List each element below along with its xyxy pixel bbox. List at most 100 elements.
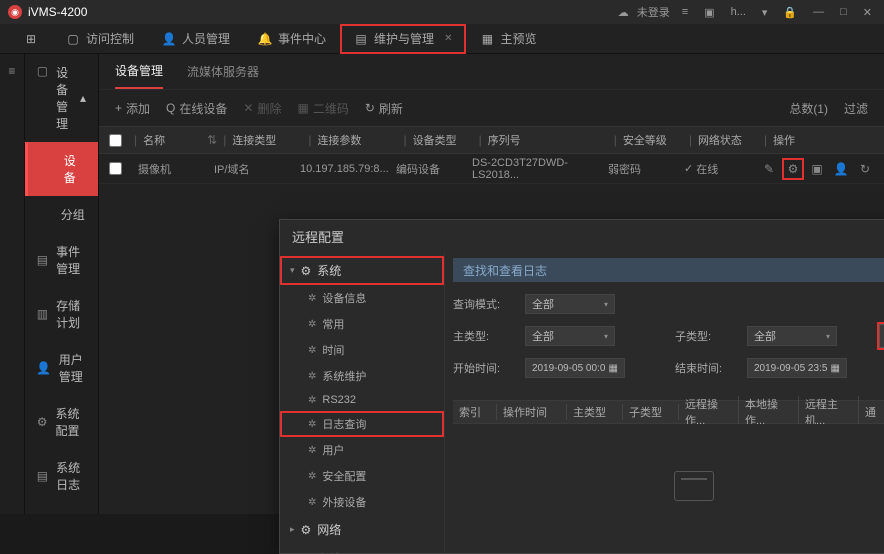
end-time-label: 结束时间: — [675, 360, 731, 376]
login-status[interactable]: 未登录 — [637, 4, 670, 20]
filter-input[interactable]: 过滤 — [844, 100, 868, 117]
search-hint: 查找和查看日志 — [453, 258, 884, 282]
delete-button[interactable]: ✕ 删除 — [243, 100, 281, 117]
tree-network[interactable]: ▸⚙网络 — [280, 515, 444, 544]
main-type-select[interactable]: 全部▾ — [525, 326, 615, 346]
calendar-icon: ▦ — [609, 363, 618, 374]
td-dev-type: 编码设备 — [396, 161, 456, 177]
empty-icon — [674, 471, 714, 501]
tree-rs232[interactable]: ✲RS232 — [280, 389, 444, 411]
th-net-status[interactable]: 网络状态 — [698, 132, 758, 148]
close-icon[interactable]: ✕ — [859, 4, 876, 21]
copy-icon[interactable]: ▣ — [808, 160, 826, 178]
lh-sub[interactable]: 子类型 — [623, 404, 679, 420]
th-serial[interactable]: 序列号 — [488, 132, 608, 148]
chevron-up-icon: ▴ — [80, 91, 86, 105]
subtab-stream-server[interactable]: 流媒体服务器 — [187, 55, 259, 88]
sub-type-label: 子类型: — [675, 328, 731, 344]
calendar-icon: ▦ — [831, 363, 840, 374]
list-icon[interactable]: ≡ — [678, 4, 692, 20]
td-serial: DS-2CD3T27DWD-LS2018... — [472, 157, 592, 181]
tree-security[interactable]: ✲安全配置 — [280, 463, 444, 489]
sidebar-sys-config[interactable]: ⚙系统配置 — [25, 395, 98, 449]
table-header: |名称⇅ |连接类型 |连接参数 |设备类型 |序列号 |安全等级 |网络状态 … — [99, 126, 884, 154]
lh-channel[interactable]: 通 — [859, 404, 884, 420]
dialog-title: 远程配置 ✕ — [280, 220, 884, 252]
sidebar-sys-log[interactable]: ▤系统日志 — [25, 449, 98, 503]
sub-type-select[interactable]: 全部▾ — [747, 326, 837, 346]
tree-system[interactable]: ▾⚙系统 — [280, 256, 444, 285]
toolbar: + 添加 Q 在线设备 ✕ 删除 ▦ 二维码 ↻ 刷新 总数(1) 过滤 — [99, 90, 884, 126]
status-text: h... — [727, 4, 750, 20]
tab-event-center[interactable]: 🔔事件中心 — [244, 24, 340, 54]
subtab-device-mgmt[interactable]: 设备管理 — [115, 54, 163, 89]
refresh-button[interactable]: ↻ 刷新 — [365, 100, 403, 117]
grid-apps-icon[interactable]: ⊞ — [10, 24, 52, 54]
online-button[interactable]: Q 在线设备 — [166, 100, 227, 117]
tab-access-control[interactable]: ▢访问控制 — [52, 24, 148, 54]
tree-external[interactable]: ✲外接设备 — [280, 489, 444, 515]
gear-icon[interactable]: ⚙ — [784, 160, 802, 178]
td-net-status: ✓在线 — [684, 161, 744, 177]
tree-user[interactable]: ✲用户 — [280, 437, 444, 463]
total-count: 总数(1) — [789, 100, 828, 117]
tab-personnel[interactable]: 👤人员管理 — [148, 24, 244, 54]
search-button[interactable]: 搜索 — [879, 324, 884, 348]
tree-common[interactable]: ✲常用 — [280, 311, 444, 337]
tree-storage[interactable]: ▸⚙存储 — [280, 544, 444, 553]
tab-maintenance[interactable]: ▤维护与管理✕ — [340, 24, 466, 54]
sidebar-device-mgmt[interactable]: ▢设备管理▴ — [25, 54, 98, 142]
titlebar: ◉ iVMS-4200 ☁ 未登录 ≡ ▣ h... ▾ 🔒 — □ ✕ — [0, 0, 884, 24]
lh-index[interactable]: 索引 — [453, 404, 497, 420]
maximize-icon[interactable]: □ — [836, 4, 851, 20]
lh-main[interactable]: 主类型 — [567, 404, 623, 420]
sidebar-collapse[interactable]: ≡ — [0, 54, 25, 514]
subtabs: 设备管理 流媒体服务器 — [99, 54, 884, 90]
app-logo: ◉ — [8, 5, 22, 19]
tree-log-query[interactable]: ✲日志查询 — [280, 411, 444, 437]
caret-icon[interactable]: ▾ — [758, 4, 772, 21]
qrcode-button[interactable]: ▦ 二维码 — [297, 100, 348, 117]
start-time-input[interactable]: 2019-09-05 00:0▦ — [525, 358, 625, 378]
th-conn-type[interactable]: 连接类型 — [232, 132, 302, 148]
minimize-icon[interactable]: — — [809, 4, 828, 20]
row-checkbox[interactable] — [109, 162, 122, 175]
start-time-label: 开始时间: — [453, 360, 509, 376]
edit-icon[interactable]: ✎ — [760, 160, 778, 178]
lh-optime[interactable]: 操作时间 — [497, 404, 567, 420]
image-icon[interactable]: ▣ — [700, 4, 718, 21]
sidebar-event-mgmt[interactable]: ▤事件管理 — [25, 233, 98, 287]
th-sec-level[interactable]: 安全等级 — [623, 132, 683, 148]
ok-icon: ✓ — [684, 162, 693, 175]
tree-maintenance[interactable]: ✲系统维护 — [280, 363, 444, 389]
th-name[interactable]: 名称 — [143, 132, 203, 148]
query-mode-label: 查询模式: — [453, 296, 509, 312]
log-query-form: 查询模式: 全部▾ 主类型: 全部▾ 子类型: 全部▾ 搜索 — [453, 282, 884, 400]
tree-device-info[interactable]: ✲设备信息 — [280, 285, 444, 311]
table-row[interactable]: 摄像机 IP/域名 10.197.185.79:8... 编码设备 DS-2CD… — [99, 154, 884, 184]
end-time-input[interactable]: 2019-09-05 23:5▦ — [747, 358, 847, 378]
sidebar: ▢设备管理▴ 设备 分组 ▤事件管理 ▥存储计划 👤用户管理 ⚙系统配置 ▤系统… — [25, 54, 99, 514]
sidebar-device[interactable]: 设备 — [25, 142, 98, 196]
select-all-checkbox[interactable] — [109, 134, 122, 147]
sidebar-storage[interactable]: ▥存储计划 — [25, 287, 98, 341]
cloud-icon[interactable]: ☁ — [618, 6, 629, 19]
sidebar-user-mgmt[interactable]: 👤用户管理 — [25, 341, 98, 395]
th-dev-type[interactable]: 设备类型 — [413, 132, 473, 148]
add-button[interactable]: + 添加 — [115, 100, 150, 117]
user-icon[interactable]: 👤 — [832, 160, 850, 178]
query-mode-select[interactable]: 全部▾ — [525, 294, 615, 314]
remote-config-dialog: 远程配置 ✕ ▾⚙系统 ✲设备信息 ✲常用 ✲时间 ✲系统维护 ✲RS232 ✲… — [279, 219, 884, 554]
tree-time[interactable]: ✲时间 — [280, 337, 444, 363]
tab-main-preview[interactable]: ▦主预览 — [466, 24, 550, 54]
th-conn-param[interactable]: 连接参数 — [317, 132, 397, 148]
content-area: 设备管理 流媒体服务器 + 添加 Q 在线设备 ✕ 删除 ▦ 二维码 ↻ 刷新 … — [99, 54, 884, 514]
tab-close-icon[interactable]: ✕ — [444, 33, 452, 44]
config-tree: ▾⚙系统 ✲设备信息 ✲常用 ✲时间 ✲系统维护 ✲RS232 ✲日志查询 ✲用… — [280, 252, 445, 553]
log-table-body — [453, 424, 884, 547]
refresh-row-icon[interactable]: ↻ — [856, 160, 874, 178]
th-ops[interactable]: 操作 — [773, 132, 873, 148]
row-ops: ✎ ⚙ ▣ 👤 ↻ — [760, 160, 874, 178]
lock-icon[interactable]: 🔒 — [779, 4, 801, 21]
sidebar-group[interactable]: 分组 — [25, 196, 98, 233]
